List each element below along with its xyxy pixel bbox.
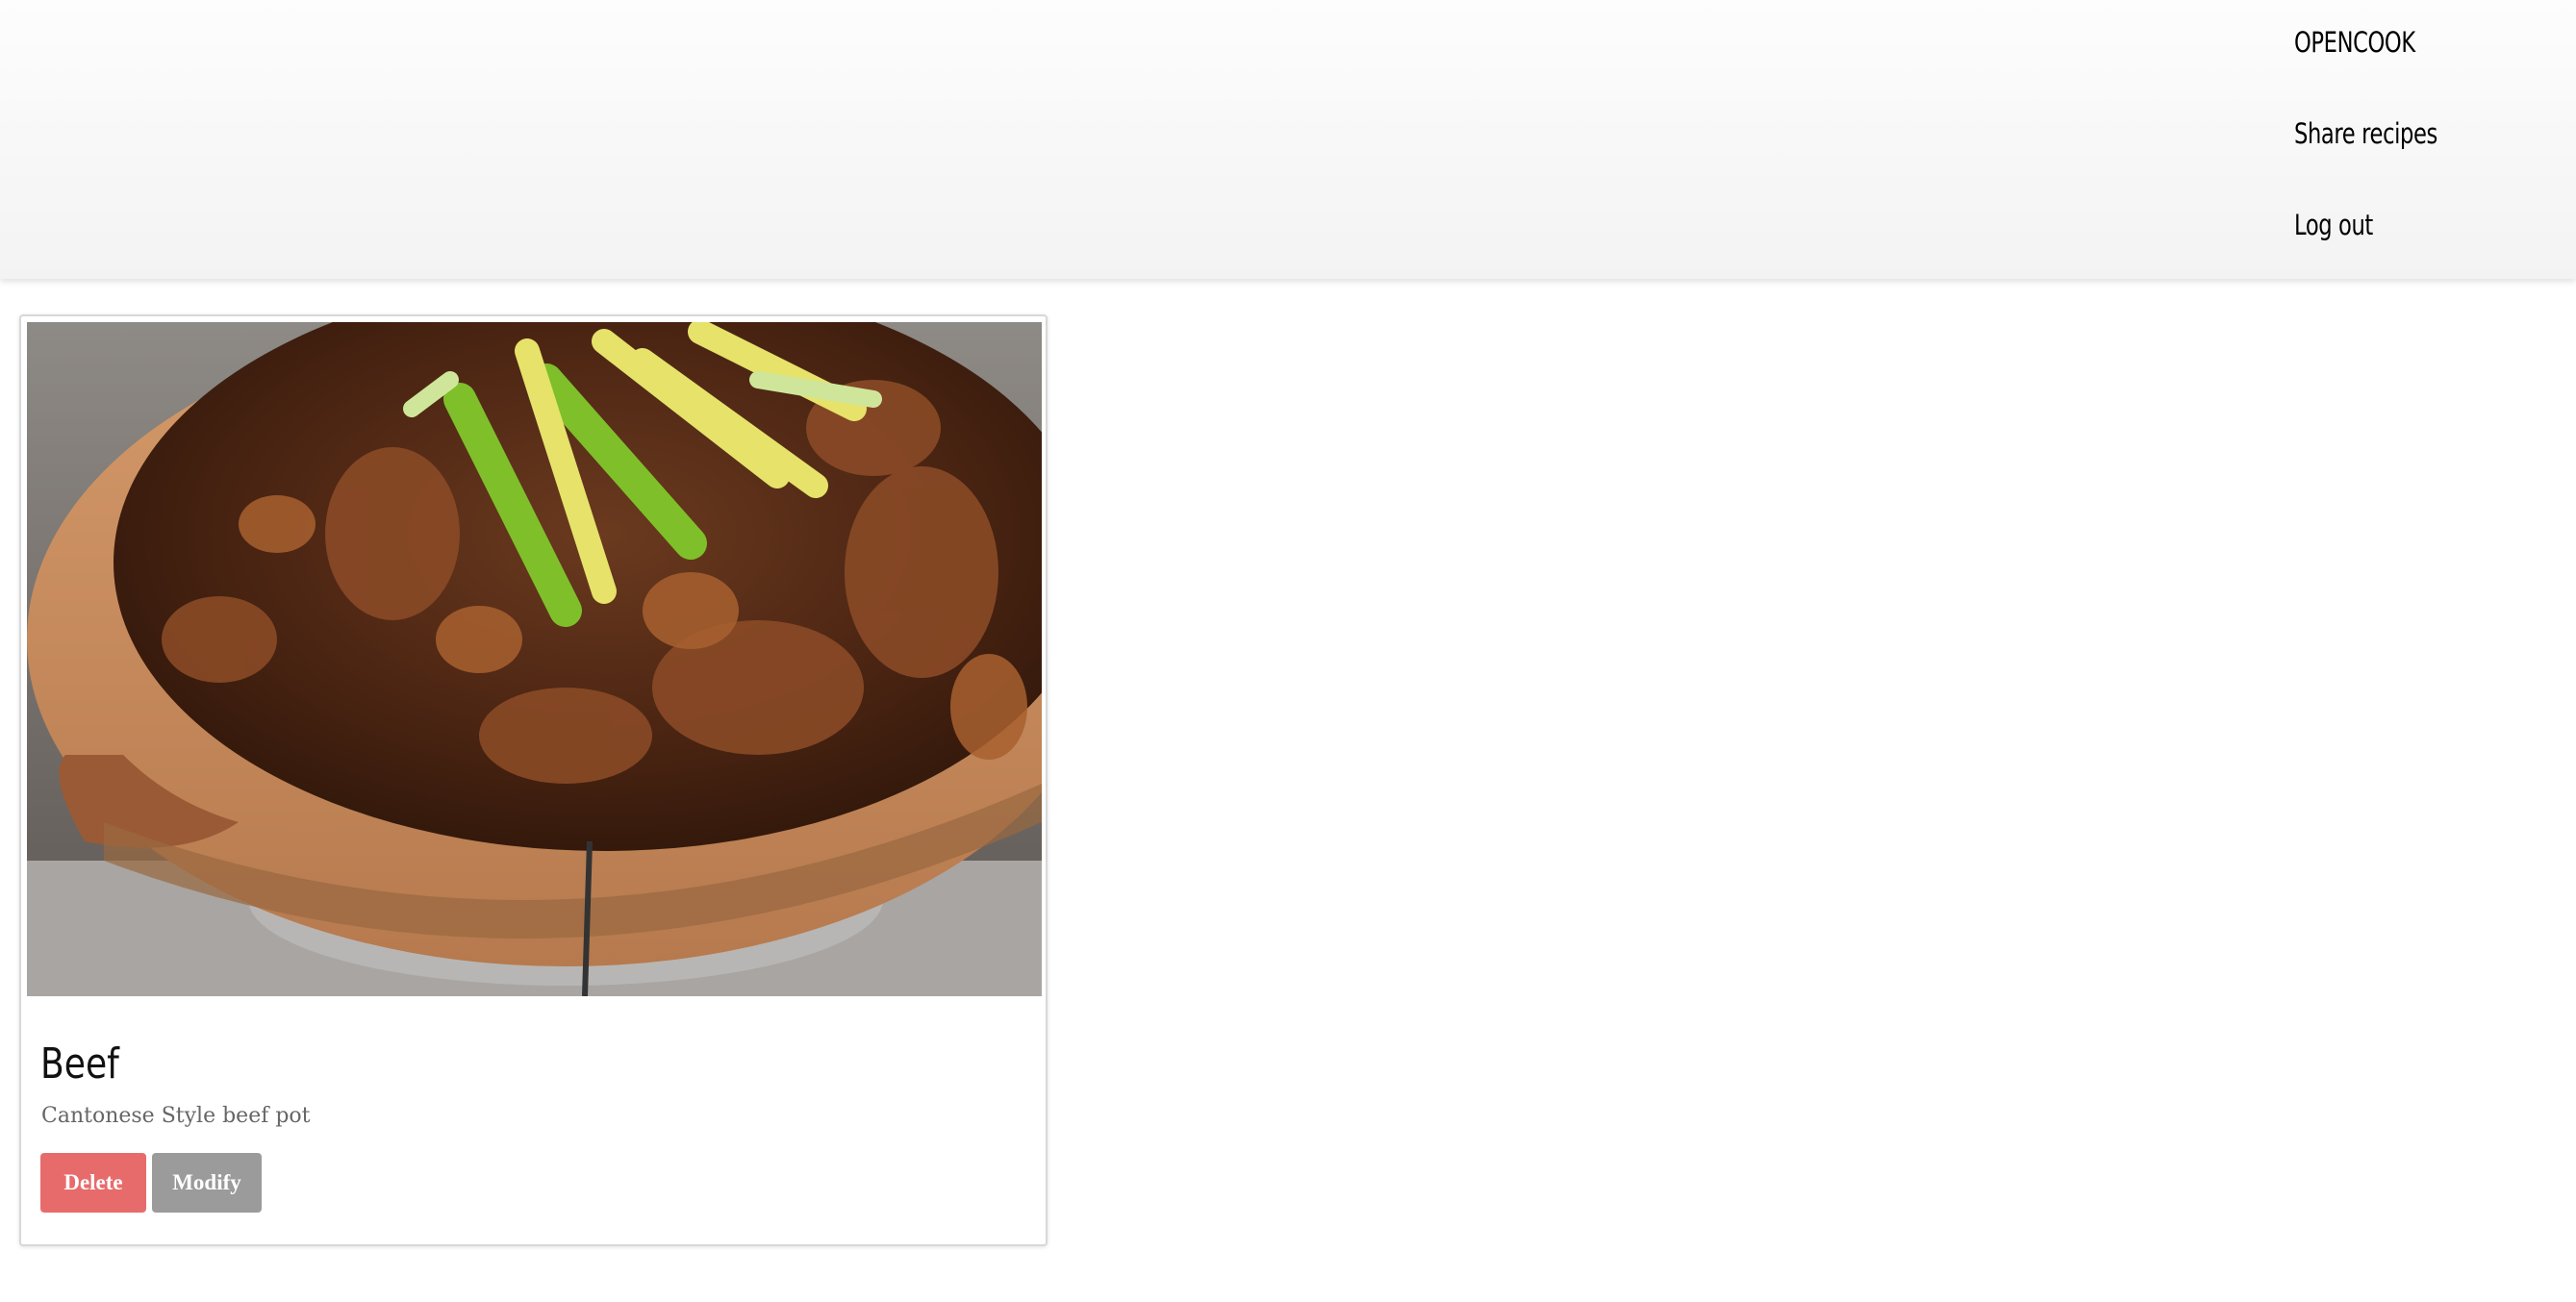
beef-pot-illustration [27,322,1042,996]
logout-link[interactable]: Log out [2294,183,2437,274]
top-navbar: OPENCOOK Share recipes Log out [0,0,2576,279]
modify-button[interactable]: Modify [152,1153,262,1213]
recipe-title: Beef [40,1039,119,1089]
brand-link[interactable]: OPENCOOK [2294,0,2437,91]
nav-menu: OPENCOOK Share recipes Log out [2294,0,2478,274]
recipe-card: Beef Cantonese Style beef pot Delete Mod… [19,314,1048,1246]
recipe-image [27,322,1042,996]
delete-button[interactable]: Delete [40,1153,146,1213]
recipe-description: Cantonese Style beef pot [41,1104,311,1128]
share-recipes-link[interactable]: Share recipes [2294,91,2437,183]
